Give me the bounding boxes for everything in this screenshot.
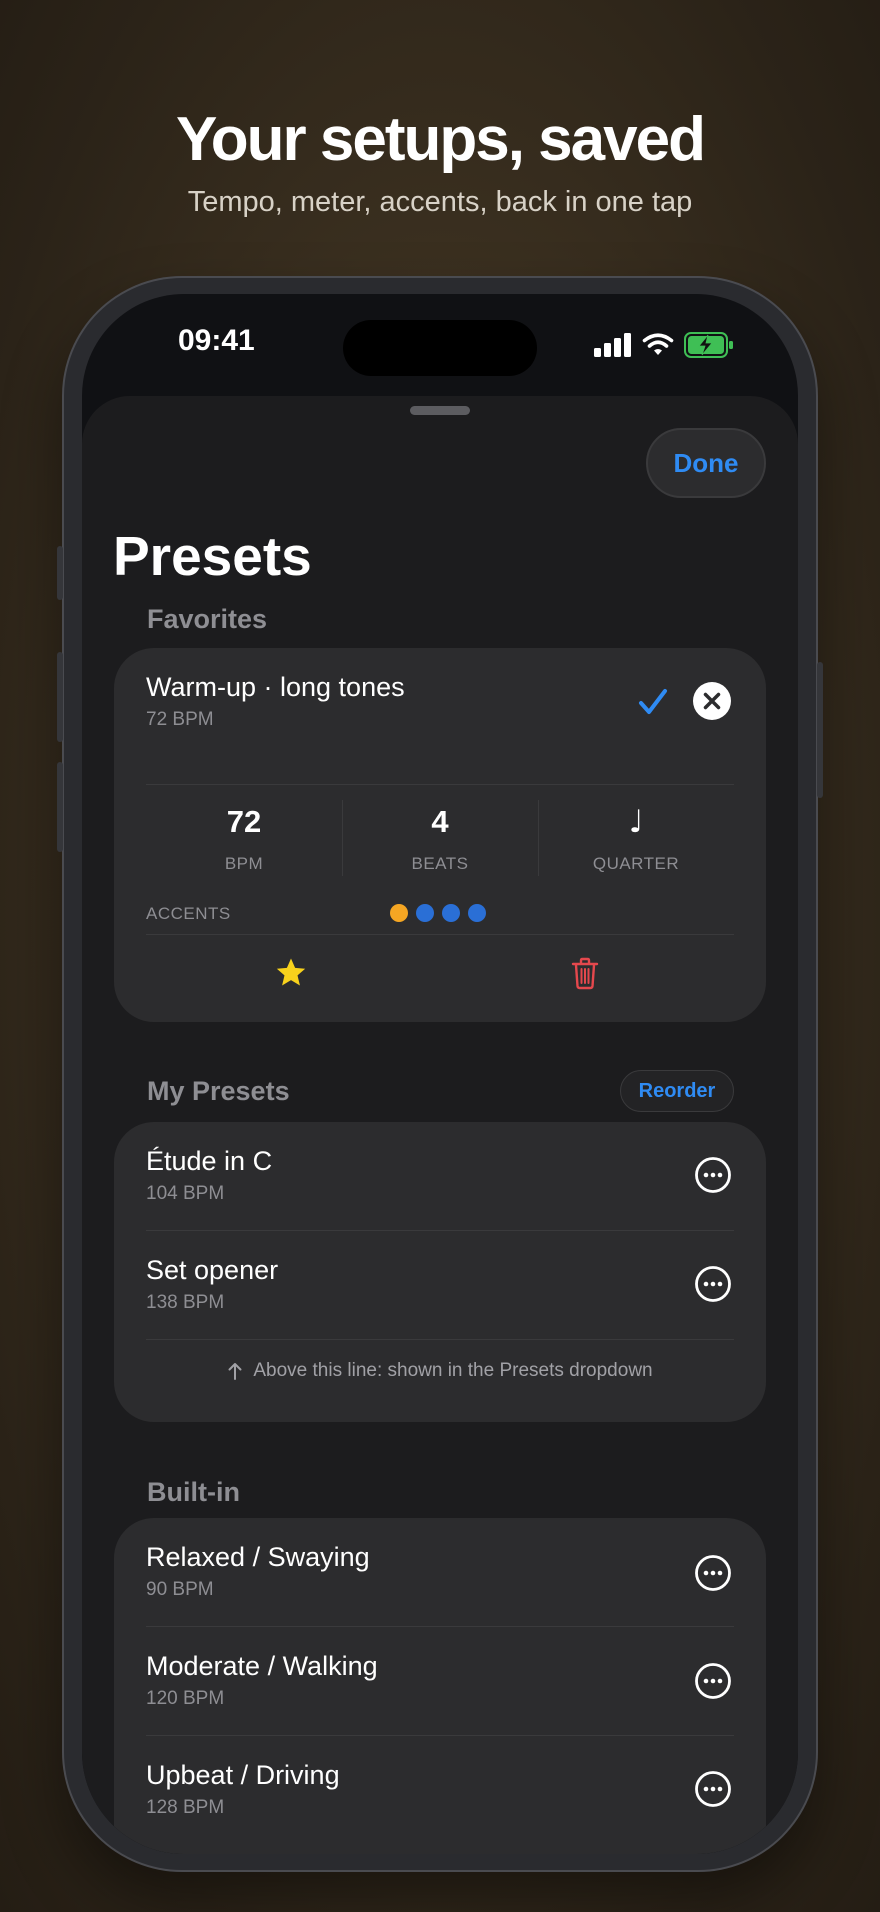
status-icons [594,332,734,358]
more-icon[interactable] [694,1662,732,1700]
favorite-preset-bpm: 72 BPM [146,709,214,730]
trash-icon[interactable] [570,956,600,990]
sheet-grabber[interactable] [410,406,470,415]
reorder-button[interactable]: Reorder [620,1070,734,1112]
accent-dot[interactable] [390,904,408,922]
volume-up-button [57,652,63,742]
favorite-preset-info: Warm-up · long tones 72 BPM [146,672,405,731]
list-item[interactable]: Relaxed / Swaying 90 BPM [114,1518,766,1626]
accent-dots [390,904,494,922]
list-divider [146,1339,734,1340]
star-icon[interactable] [274,956,308,990]
built-in-section-label: Built-in [147,1477,240,1507]
phone-frame: 09:41 Done Presets Favorites Warm-up · l… [57,278,823,1870]
dropdown-hint: Above this line: shown in the Presets dr… [114,1360,766,1382]
beat-dot[interactable] [416,904,434,922]
phone-screen: 09:41 Done Presets Favorites Warm-up · l… [82,294,798,1854]
status-bar: 09:41 [82,294,798,394]
preset-name: Moderate / Walking [146,1651,378,1681]
preset-bpm: 104 BPM [146,1183,225,1204]
list-item[interactable]: Étude in C 104 BPM [114,1122,766,1230]
my-presets-section-label: My Presets [147,1076,290,1106]
wifi-icon [642,333,674,355]
preset-bpm: 120 BPM [146,1688,225,1709]
marketing-subheadline: Tempo, meter, accents, back in one tap [187,186,693,218]
favorites-section-label: Favorites [147,604,268,634]
preset-bpm: 128 BPM [146,1797,225,1818]
cellular-icon [594,333,631,357]
list-item[interactable]: Moderate / Walking 120 BPM [114,1627,766,1735]
power-button [817,662,823,798]
more-icon[interactable] [694,1156,732,1194]
stat-bpm-label: BPM [224,854,264,873]
list-item[interactable]: Upbeat / Driving 128 BPM [114,1736,766,1844]
stat-note-label: QUARTER [592,854,680,873]
more-icon[interactable] [694,1770,732,1808]
close-circle-icon[interactable] [693,682,731,720]
quarter-note-icon: ♩ [628,804,644,840]
preset-name: Relaxed / Swaying [146,1542,370,1572]
beat-dot[interactable] [442,904,460,922]
stat-bpm: 72 BPM [146,804,342,874]
beat-dot[interactable] [468,904,486,922]
stat-beats-value: 4 [431,804,449,839]
stat-bpm-value: 72 [226,804,262,839]
preset-name: Upbeat / Driving [146,1760,340,1790]
arrow-up-icon [228,1363,242,1380]
favorite-preset-name: Warm-up · long tones [146,672,405,702]
done-button[interactable]: Done [646,428,766,498]
list-item[interactable]: Set opener 138 BPM [114,1231,766,1339]
preset-bpm: 90 BPM [146,1579,214,1600]
more-icon[interactable] [694,1265,732,1303]
preset-name: Set opener [146,1255,279,1285]
my-presets-card: Étude in C 104 BPM Set opener 138 BPM Ab… [114,1122,766,1422]
battery-charging-icon [684,332,733,358]
marketing-headline: Your setups, saved [176,105,706,174]
checkmark-icon [639,689,667,714]
dynamic-island [343,320,537,376]
mute-switch [57,546,63,600]
stat-beats: 4 BEATS [342,804,538,874]
built-in-card: Relaxed / Swaying 90 BPM Moderate / Walk… [114,1518,766,1854]
preset-name: Étude in C [146,1146,273,1176]
stat-beats-label: BEATS [411,854,469,873]
page-title: Presets [113,525,312,587]
volume-down-button [57,762,63,852]
more-icon[interactable] [694,1554,732,1592]
accents-label: ACCENTS [146,904,231,923]
preset-bpm: 138 BPM [146,1292,225,1313]
card-divider [146,784,734,785]
stat-note: ♩ QUARTER [538,804,734,874]
card-divider [146,934,734,935]
presets-sheet: Done Presets Favorites Warm-up · long to… [82,396,798,1854]
favorite-preset-card[interactable]: Warm-up · long tones 72 BPM 72 BPM 4 BEA… [114,648,766,1022]
dropdown-hint-text: Above this line: shown in the Presets dr… [253,1360,653,1381]
status-time: 09:41 [178,324,255,357]
